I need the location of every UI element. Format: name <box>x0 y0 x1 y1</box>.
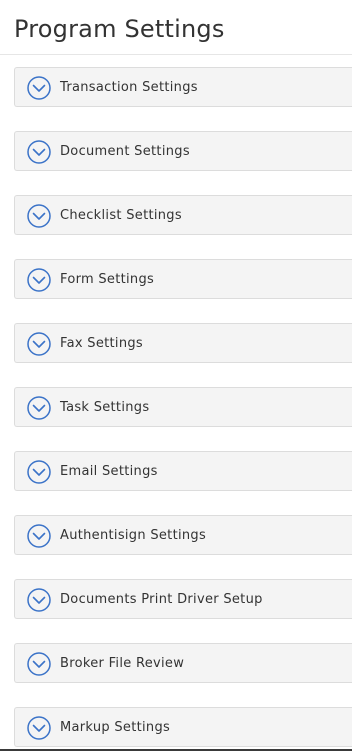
accordion-panel-checklist-settings[interactable]: Checklist Settings <box>14 195 352 235</box>
accordion-panel-label: Transaction Settings <box>60 80 198 95</box>
accordion-panel-email-settings[interactable]: Email Settings <box>14 451 352 491</box>
chevron-down-circle-icon[interactable] <box>27 652 51 676</box>
accordion-panel-fax-settings[interactable]: Fax Settings <box>14 323 352 363</box>
accordion-panel-label: Authentisign Settings <box>60 528 207 543</box>
title-divider <box>0 54 352 55</box>
chevron-down-circle-icon[interactable] <box>27 140 51 164</box>
accordion-panel-form-settings[interactable]: Form Settings <box>14 259 352 299</box>
settings-panel-list: Transaction Settings Document Settings Che… <box>14 67 352 751</box>
accordion-panel-label: Fax Settings <box>60 336 143 351</box>
accordion-panel-label: Form Settings <box>60 272 155 287</box>
accordion-panel-markup-settings[interactable]: Markup Settings <box>14 707 352 747</box>
chevron-down-circle-icon[interactable] <box>27 460 51 484</box>
program-settings-page: Program Settings Transaction Settings Doc… <box>0 0 352 751</box>
chevron-down-circle-icon[interactable] <box>27 268 51 292</box>
accordion-panel-label: Checklist Settings <box>60 208 182 223</box>
accordion-panel-task-settings[interactable]: Task Settings <box>14 387 352 427</box>
chevron-down-circle-icon[interactable] <box>27 588 51 612</box>
chevron-down-circle-icon[interactable] <box>27 716 51 740</box>
accordion-panel-label: Task Settings <box>60 400 150 415</box>
chevron-down-circle-icon[interactable] <box>27 524 51 548</box>
accordion-panel-label: Broker File Review <box>60 656 185 671</box>
accordion-panel-transaction-settings[interactable]: Transaction Settings <box>14 67 352 107</box>
accordion-panel-authentisign-settings[interactable]: Authentisign Settings <box>14 515 352 555</box>
accordion-panel-label: Markup Settings <box>60 720 171 735</box>
chevron-down-circle-icon[interactable] <box>27 396 51 420</box>
chevron-down-circle-icon[interactable] <box>27 332 51 356</box>
accordion-panel-label: Document Settings <box>60 144 190 159</box>
accordion-panel-label: Documents Print Driver Setup <box>60 592 263 607</box>
accordion-panel-broker-file-review[interactable]: Broker File Review <box>14 643 352 683</box>
chevron-down-circle-icon[interactable] <box>27 76 51 100</box>
chevron-down-circle-icon[interactable] <box>27 204 51 228</box>
accordion-panel-document-settings[interactable]: Document Settings <box>14 131 352 171</box>
accordion-panel-documents-print-driver-setup[interactable]: Documents Print Driver Setup <box>14 579 352 619</box>
page-title: Program Settings <box>14 15 225 43</box>
accordion-panel-label: Email Settings <box>60 464 158 479</box>
